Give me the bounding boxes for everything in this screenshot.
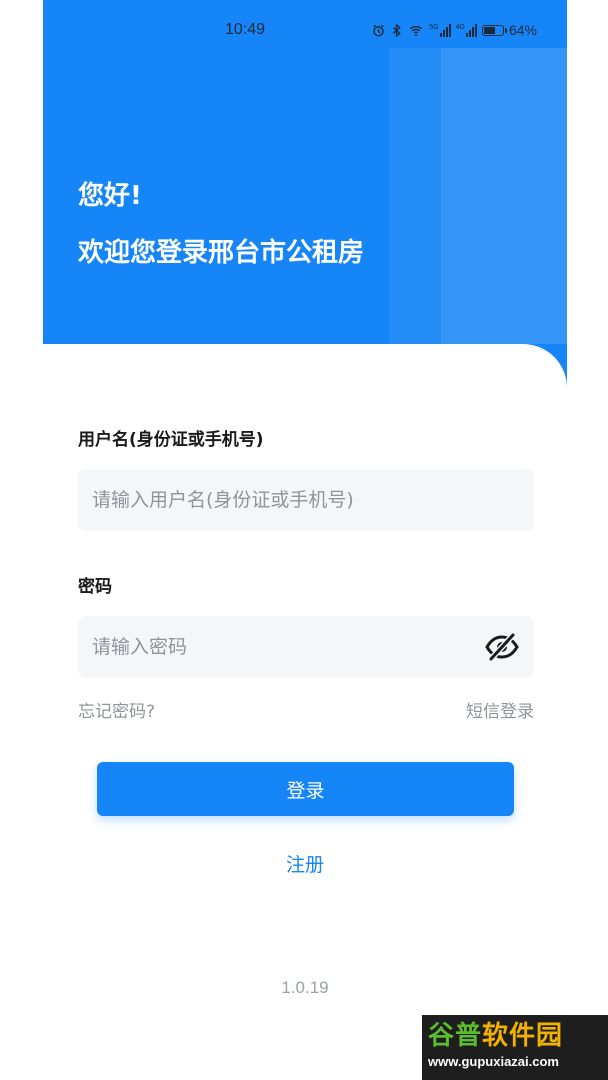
auth-links: 忘记密码? 短信登录	[78, 697, 534, 722]
username-label: 用户名(身份证或手机号)	[78, 430, 264, 450]
header-banner: 10:49 5G 4G 64% 您好! 欢迎您登录邢台市公租房	[43, 0, 567, 346]
bluetooth-icon	[393, 23, 402, 37]
welcome-text: 欢迎您登录邢台市公租房	[78, 238, 365, 268]
greeting-text: 您好!	[78, 181, 142, 211]
username-field-container	[78, 468, 534, 532]
wifi-icon	[410, 25, 423, 36]
signal-4g-icon: 4G	[455, 23, 477, 37]
signal-5g-icon: 5G	[429, 23, 451, 37]
password-field-container	[78, 615, 534, 679]
watermark-url: www.gupuxiazai.com	[428, 1054, 559, 1069]
signal-5g-label: 5G	[429, 23, 439, 31]
battery-icon	[481, 24, 507, 36]
app-version: 1.0.19	[281, 978, 329, 997]
status-time: 10:49	[225, 21, 266, 38]
header-curve	[43, 344, 567, 388]
password-visibility-toggle[interactable]	[482, 627, 522, 667]
alarm-icon	[373, 24, 385, 37]
register-link[interactable]: 注册	[43, 850, 567, 877]
forgot-password-link[interactable]: 忘记密码?	[78, 697, 155, 722]
eye-off-icon	[485, 632, 519, 662]
battery-level-fill	[483, 26, 495, 34]
username-input[interactable]	[78, 468, 534, 532]
header-decoration-band	[441, 48, 567, 346]
sms-login-link[interactable]: 短信登录	[466, 697, 534, 722]
login-button[interactable]: 登录	[97, 762, 514, 816]
watermark-logo: 谷普软件园 www.gupuxiazai.com	[422, 1015, 608, 1080]
battery-percent: 64%	[508, 22, 537, 38]
greeting-block: 您好! 欢迎您登录邢台市公租房	[78, 178, 364, 271]
status-icons: 5G 4G 64%	[372, 20, 537, 40]
status-bar: 10:49 5G 4G 64%	[43, 0, 567, 48]
login-screen: 10:49 5G 4G 64% 您好! 欢迎您登录邢台市公租房 用户名(身份证或…	[43, 0, 567, 1080]
watermark-title-part1: 谷普	[428, 1021, 483, 1051]
watermark-title-part2: 软件园	[482, 1021, 564, 1051]
password-input[interactable]	[78, 615, 482, 679]
watermark-title: 谷普软件园	[428, 1019, 602, 1053]
signal-4g-label: 4G	[455, 23, 465, 31]
password-label: 密码	[78, 577, 112, 597]
